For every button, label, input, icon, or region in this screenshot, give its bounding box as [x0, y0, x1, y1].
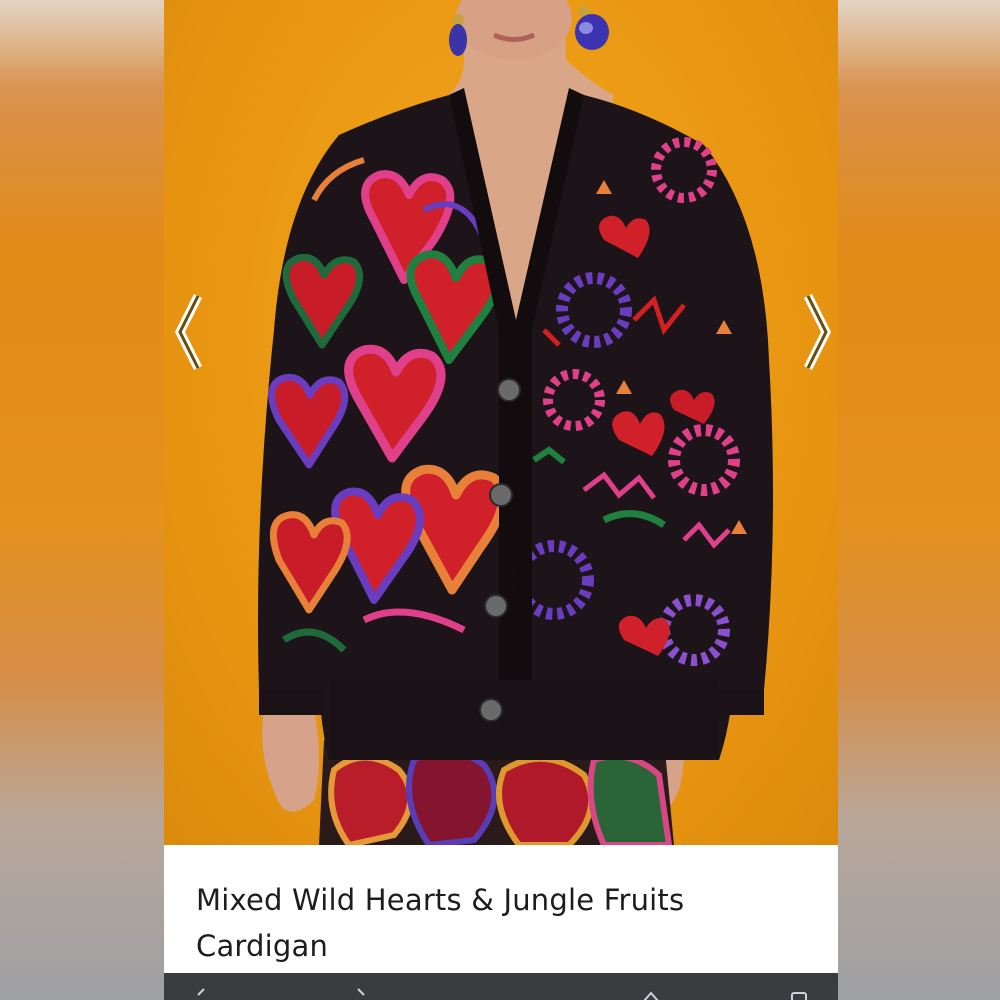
tabs-icon[interactable]	[790, 991, 808, 1000]
home-icon[interactable]	[642, 989, 660, 1000]
earring-right	[575, 6, 609, 50]
next-image-button[interactable]	[796, 292, 836, 372]
phone-screen: Mixed Wild Hearts & Jungle Fruits Cardig…	[164, 0, 838, 1000]
product-photo[interactable]	[164, 0, 838, 845]
forward-arrow-icon[interactable]	[352, 987, 370, 1000]
browser-toolbar	[164, 973, 838, 1000]
back-arrow-icon[interactable]	[192, 987, 210, 1000]
product-title-line-1: Mixed Wild Hearts & Jungle Fruits	[196, 883, 685, 917]
chevron-left-icon	[174, 293, 203, 371]
previous-image-button[interactable]	[170, 292, 210, 372]
chevron-right-icon	[803, 293, 832, 371]
product-title: Mixed Wild Hearts & Jungle Fruits Cardig…	[196, 877, 796, 969]
product-caption: Mixed Wild Hearts & Jungle Fruits Cardig…	[164, 845, 838, 973]
model-wearing-cardigan-illustration	[258, 0, 773, 845]
blurred-background-right	[838, 0, 1000, 1000]
blurred-background-left	[0, 0, 164, 1000]
product-title-line-2: Cardigan	[196, 929, 329, 963]
